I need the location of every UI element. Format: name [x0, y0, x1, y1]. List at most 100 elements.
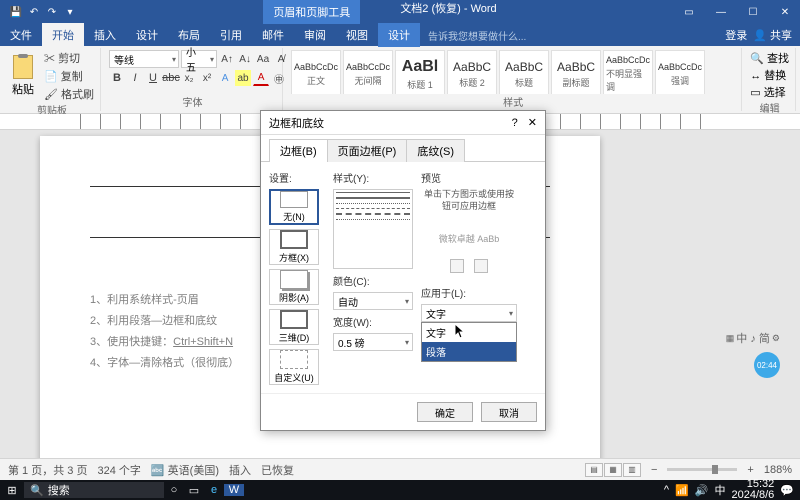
width-combo[interactable]: 0.5 磅: [333, 333, 413, 351]
status-words[interactable]: 324 个字: [97, 462, 140, 478]
zoom-out-icon[interactable]: −: [651, 464, 657, 476]
tab-insert[interactable]: 插入: [84, 23, 126, 47]
zoom-in-icon[interactable]: +: [747, 464, 753, 476]
status-recovered: 已恢复: [261, 462, 294, 478]
setting-label: 设置:: [269, 170, 325, 185]
windows-taskbar: ⊞ 🔍 搜索 ○ ▭ e W ^ 📶 🔊 中 15:322024/8/6 💬: [0, 480, 800, 500]
status-lang[interactable]: 🔤 英语(美国): [151, 462, 219, 478]
style-gallery[interactable]: AaBbCcDc正文AaBbCcDc无间隔AaBl标题 1AaBbC标题 2Aa…: [291, 50, 735, 94]
cursor-icon: [455, 324, 467, 340]
zoom-slider[interactable]: [667, 468, 737, 471]
tab-design[interactable]: 设计: [126, 23, 168, 47]
dialog-tab-border[interactable]: 边框(B): [269, 139, 328, 162]
setting-box[interactable]: 方框(X): [269, 229, 319, 265]
preview-handle-left[interactable]: [450, 259, 464, 273]
borders-shading-dialog: 边框和底纹 ? ✕ 边框(B) 页面边框(P) 底纹(S) 设置: 无(N) 方…: [260, 110, 546, 431]
bold-icon[interactable]: B: [109, 70, 125, 86]
color-combo[interactable]: 自动: [333, 292, 413, 310]
zoom-level[interactable]: 188%: [764, 464, 792, 476]
dialog-help-icon[interactable]: ?: [512, 117, 518, 129]
style-item[interactable]: AaBbCcDc不明显强调: [603, 50, 653, 94]
ribbon-options-icon[interactable]: ▭: [674, 7, 704, 18]
select-button[interactable]: ▭ 选择: [750, 84, 785, 100]
tab-header-design[interactable]: 设计: [378, 23, 420, 47]
highlight-icon[interactable]: ab: [235, 70, 251, 86]
tab-review[interactable]: 审阅: [294, 23, 336, 47]
minimize-icon[interactable]: —: [706, 7, 736, 18]
floating-ime-bar[interactable]: ▦ 中 ♪ 简 ⚙: [726, 330, 780, 346]
apply-option-paragraph[interactable]: 段落: [422, 342, 516, 361]
undo-icon[interactable]: ↶: [26, 4, 42, 20]
ok-button[interactable]: 确定: [417, 402, 473, 422]
maximize-icon[interactable]: ☐: [738, 7, 768, 18]
qat-more-icon[interactable]: ▾: [62, 4, 78, 20]
change-case-icon[interactable]: Aa: [255, 51, 271, 67]
start-button[interactable]: ⊞: [0, 484, 24, 497]
taskbar-edge-icon[interactable]: e: [204, 484, 224, 496]
timer-badge[interactable]: 02:44: [754, 352, 780, 378]
tray-clock[interactable]: 15:322024/8/6: [731, 479, 774, 501]
login-link[interactable]: 登录: [725, 27, 747, 43]
dialog-tab-shading[interactable]: 底纹(S): [406, 139, 465, 162]
tab-file[interactable]: 文件: [0, 23, 42, 47]
cut-button[interactable]: ✂ 剪切: [44, 50, 94, 66]
view-print-icon[interactable]: ▦: [604, 463, 622, 477]
redo-icon[interactable]: ↷: [44, 4, 60, 20]
tab-references[interactable]: 引用: [210, 23, 252, 47]
italic-icon[interactable]: I: [127, 70, 143, 86]
font-color-icon[interactable]: A: [253, 70, 269, 86]
dialog-title: 边框和底纹: [269, 115, 324, 131]
style-item[interactable]: AaBbC标题 2: [447, 50, 497, 94]
style-item[interactable]: AaBbCcDc强调: [655, 50, 705, 94]
save-icon[interactable]: 💾: [8, 4, 24, 20]
share-button[interactable]: 👤 共享: [753, 27, 792, 43]
setting-shadow[interactable]: 阴影(A): [269, 269, 319, 305]
tab-mail[interactable]: 邮件: [252, 23, 294, 47]
apply-option-text[interactable]: 文字: [422, 323, 516, 342]
view-web-icon[interactable]: ▥: [623, 463, 641, 477]
taskbar-search[interactable]: 🔍 搜索: [24, 482, 164, 498]
status-page[interactable]: 第 1 页，共 3 页: [8, 462, 87, 478]
find-button[interactable]: 🔍 查找: [750, 50, 789, 66]
style-item[interactable]: AaBbCcDc无间隔: [343, 50, 393, 94]
format-painter-button[interactable]: 🖌 格式刷: [44, 86, 94, 102]
preview-handle-right[interactable]: [474, 259, 488, 273]
tray-up-icon[interactable]: ^: [664, 484, 669, 496]
font-name-select[interactable]: 等线: [109, 50, 179, 68]
setting-custom[interactable]: 自定义(U): [269, 349, 319, 385]
tray-notifications-icon[interactable]: 💬: [780, 484, 794, 497]
dialog-close-icon[interactable]: ✕: [528, 116, 537, 129]
tray-network-icon[interactable]: 📶: [675, 484, 689, 497]
underline-icon[interactable]: U: [145, 70, 161, 86]
style-item[interactable]: AaBl标题 1: [395, 50, 445, 94]
shrink-font-icon[interactable]: A↓: [237, 51, 253, 67]
status-insert[interactable]: 插入: [229, 462, 251, 478]
preview-hint: 单击下方图示或使用按钮可应用边框: [421, 189, 517, 212]
cancel-button[interactable]: 取消: [481, 402, 537, 422]
setting-none[interactable]: 无(N): [269, 189, 319, 225]
line-style-list[interactable]: [333, 189, 413, 269]
font-size-select[interactable]: 小五: [181, 50, 217, 68]
apply-to-combo[interactable]: 文字: [421, 304, 517, 322]
tell-me-input[interactable]: 告诉我您想要做什么...: [420, 28, 526, 43]
tray-ime[interactable]: 中: [714, 482, 725, 498]
strike-icon[interactable]: abc: [163, 70, 179, 86]
view-read-icon[interactable]: ▤: [585, 463, 603, 477]
close-icon[interactable]: ✕: [770, 7, 800, 18]
style-item[interactable]: AaBbCcDc正文: [291, 50, 341, 94]
tab-home[interactable]: 开始: [42, 23, 84, 47]
paste-button[interactable]: 粘贴: [10, 53, 36, 99]
replace-button[interactable]: ↔ 替换: [750, 67, 786, 83]
text-effect-icon[interactable]: A: [217, 70, 233, 86]
dialog-tab-page-border[interactable]: 页面边框(P): [327, 139, 408, 162]
style-item[interactable]: AaBbC标题: [499, 50, 549, 94]
tab-view[interactable]: 视图: [336, 23, 378, 47]
tray-volume-icon[interactable]: 🔊: [695, 484, 709, 497]
taskbar-word-icon[interactable]: W: [224, 484, 244, 496]
taskbar-taskview-icon[interactable]: ▭: [184, 484, 204, 497]
setting-3d[interactable]: 三维(D): [269, 309, 319, 345]
taskbar-cortana-icon[interactable]: ○: [164, 484, 184, 496]
copy-button[interactable]: 📄 复制: [44, 68, 94, 84]
grow-font-icon[interactable]: A↑: [219, 51, 235, 67]
style-item[interactable]: AaBbC副标题: [551, 50, 601, 94]
